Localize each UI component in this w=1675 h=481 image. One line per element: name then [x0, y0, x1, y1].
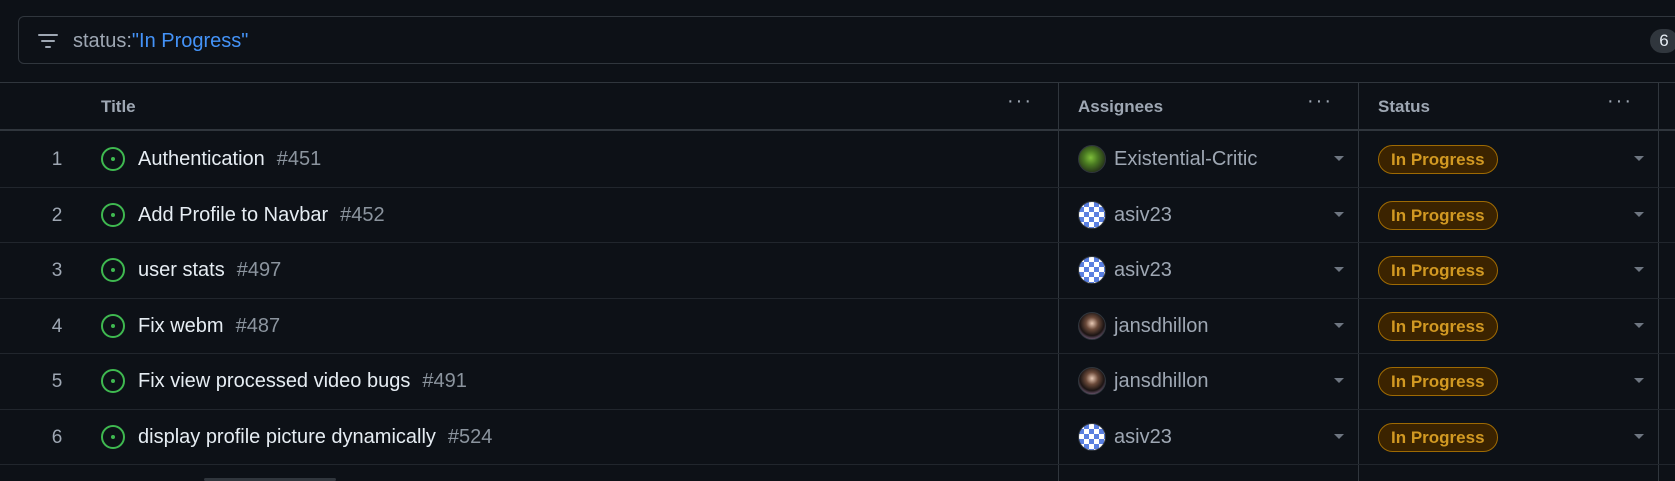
row-number: 1: [51, 149, 63, 170]
status-badge[interactable]: In Progress: [1378, 367, 1498, 396]
table-header: Title ··· Assignees ··· Status ···: [0, 83, 1675, 131]
assignee-dropdown-icon[interactable]: [1334, 378, 1344, 383]
assignee-name[interactable]: asiv23: [1114, 204, 1172, 227]
assignee-name[interactable]: jansdhillon: [1114, 315, 1209, 338]
issue-title: display profile picture dynamically: [138, 425, 436, 448]
issue-number: #497: [236, 259, 282, 281]
assignee-name[interactable]: jansdhillon: [1114, 370, 1209, 393]
status-dropdown-icon[interactable]: [1634, 267, 1644, 272]
avatar: [1078, 256, 1106, 284]
assignee-name[interactable]: Existential-Critic: [1114, 148, 1257, 171]
filter-input[interactable]: status:"In Progress": [73, 29, 248, 53]
issue-title: Authentication: [138, 148, 265, 170]
status-dropdown-icon[interactable]: [1634, 156, 1644, 161]
assignee-dropdown-icon[interactable]: [1334, 433, 1344, 439]
status-dropdown-icon[interactable]: [1634, 433, 1644, 439]
assignee-dropdown-icon[interactable]: [1334, 156, 1344, 161]
issue-title-link[interactable]: user stats #497: [138, 259, 281, 282]
issue-number: #487: [235, 314, 281, 337]
open-issue-icon: [101, 369, 125, 393]
issue-title-link[interactable]: Fix view processed video bugs #491: [138, 370, 467, 393]
avatar: [1078, 145, 1106, 173]
assignee-dropdown-icon[interactable]: [1334, 267, 1344, 272]
assignee-name[interactable]: asiv23: [1114, 426, 1172, 449]
open-issue-icon: [101, 147, 125, 171]
issue-number: #452: [340, 203, 385, 226]
avatar: [1078, 311, 1106, 340]
avatar: [1078, 422, 1106, 451]
open-issue-icon: [101, 202, 125, 227]
status-badge[interactable]: In Progress: [1378, 311, 1498, 341]
column-header-title[interactable]: Title: [101, 97, 136, 117]
issue-title: Fix view processed video bugs: [138, 370, 411, 392]
table-row[interactable]: 6 display profile picture dynamically #52…: [0, 410, 1675, 465]
table-row[interactable]: 2 Add Profile to Navbar #452 asiv23 In Pr…: [0, 188, 1675, 243]
avatar: [1078, 367, 1106, 395]
project-table-view: status:"In Progress" 6 Title ··· Assigne…: [0, 0, 1675, 481]
row-number: 5: [51, 371, 63, 392]
table-row[interactable]: 3 user stats #497 asiv23 In Progress: [0, 243, 1675, 299]
open-issue-icon: [101, 313, 125, 338]
issue-number: #451: [276, 148, 322, 170]
issue-title-link[interactable]: Add Profile to Navbar #452: [138, 204, 385, 227]
status-dropdown-icon[interactable]: [1634, 322, 1644, 328]
table-row[interactable]: 1 Authentication #451 Existential-Critic …: [0, 132, 1675, 188]
row-number: 4: [51, 315, 63, 337]
filter-bar[interactable]: status:"In Progress" 6: [18, 16, 1675, 64]
status-badge[interactable]: In Progress: [1378, 256, 1498, 285]
open-issue-icon: [101, 258, 125, 282]
issue-title: Fix webm: [138, 314, 224, 337]
filter-icon: [38, 34, 58, 48]
table-row[interactable]: 4 Fix webm #487 jansdhillon In Progress: [0, 299, 1675, 354]
status-dropdown-icon[interactable]: [1634, 378, 1644, 383]
filter-key: status:: [73, 30, 132, 52]
table-body: 1 Authentication #451 Existential-Critic …: [0, 132, 1675, 465]
issue-title-link[interactable]: display profile picture dynamically #524: [138, 426, 492, 449]
status-dropdown-icon[interactable]: [1634, 211, 1644, 217]
avatar: [1078, 200, 1106, 229]
issue-title-link[interactable]: Fix webm #487: [138, 315, 280, 338]
column-header-status[interactable]: Status: [1378, 97, 1430, 117]
status-badge[interactable]: In Progress: [1378, 200, 1498, 230]
result-count-badge: 6: [1650, 29, 1675, 53]
row-number: 2: [51, 204, 63, 226]
assignee-name[interactable]: asiv23: [1114, 259, 1172, 282]
issue-number: #524: [447, 425, 493, 448]
assignees-column-menu-icon[interactable]: ···: [1304, 91, 1336, 117]
open-issue-icon: [101, 424, 125, 449]
status-badge[interactable]: In Progress: [1378, 422, 1498, 452]
status-column-menu-icon[interactable]: ···: [1604, 91, 1636, 117]
issue-title: Add Profile to Navbar: [138, 203, 329, 226]
row-number: 3: [51, 260, 63, 281]
assignee-dropdown-icon[interactable]: [1334, 322, 1344, 328]
assignee-dropdown-icon[interactable]: [1334, 211, 1344, 217]
status-badge[interactable]: In Progress: [1378, 145, 1498, 174]
table-row[interactable]: 5 Fix view processed video bugs #491 jans…: [0, 354, 1675, 410]
issue-number: #491: [422, 370, 467, 392]
issue-title: user stats: [138, 259, 225, 281]
issue-title-link[interactable]: Authentication #451: [138, 148, 321, 171]
filter-value: "In Progress": [131, 30, 249, 52]
column-header-assignees[interactable]: Assignees: [1078, 97, 1163, 117]
title-column-menu-icon[interactable]: ···: [1004, 91, 1036, 117]
row-number: 6: [51, 426, 63, 448]
